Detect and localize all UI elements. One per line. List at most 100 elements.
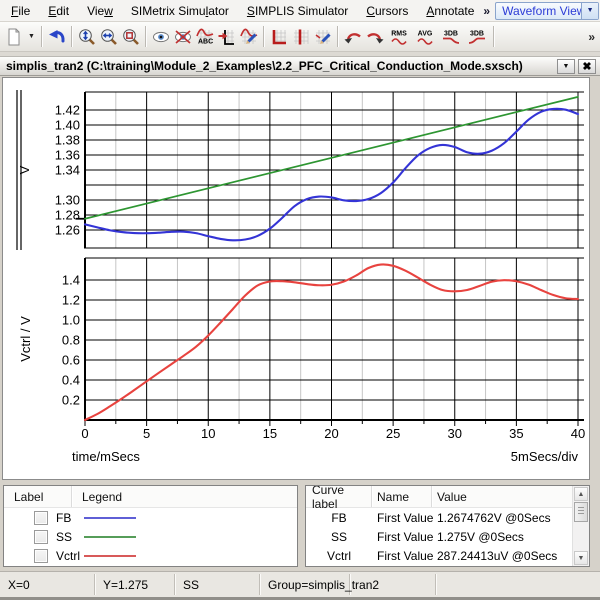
waveform-plot[interactable]: 1.421.401.381.361.341.301.281.26V1.41.21… — [3, 78, 589, 479]
svg-text:1.26: 1.26 — [55, 223, 80, 238]
zoom-y-axis-button[interactable] — [76, 24, 98, 50]
svg-text:1.2: 1.2 — [62, 293, 80, 308]
move-curve-to-axis-button[interactable] — [216, 24, 238, 50]
menu-annotate[interactable]: Annotate — [417, 2, 483, 20]
menu-file[interactable]: File — [2, 2, 39, 20]
3db-lowpass-button[interactable]: 3DB — [438, 24, 464, 50]
measure-value: 1.2674762V @0Secs — [432, 511, 589, 525]
svg-text:1.0: 1.0 — [62, 313, 80, 328]
waveform-viewer-window: File Edit View SIMetrix Simulator SIMPLI… — [0, 0, 600, 600]
legend-line-sample — [83, 513, 137, 523]
redo-zoom-button[interactable] — [364, 24, 386, 50]
curve-label: FB — [306, 511, 372, 525]
curve-label: Vctrl — [56, 549, 83, 563]
values-panel-header: Curve label Name Value — [306, 486, 589, 508]
graph-menu-button[interactable]: ▼ — [557, 59, 575, 74]
curve-visible-checkbox-ss[interactable] — [34, 530, 48, 544]
new-graph-dropdown-button[interactable]: ▼ — [25, 24, 38, 50]
menu-view[interactable]: View — [78, 2, 122, 20]
svg-text:0.8: 0.8 — [62, 333, 80, 348]
svg-text:AVG: AVG — [418, 30, 433, 37]
curve-visible-checkbox-vctrl[interactable] — [34, 549, 48, 563]
scroll-down-icon[interactable]: ▼ — [574, 551, 588, 565]
viewer-mode-select[interactable]: Waveform Viewer ▼ — [495, 2, 599, 20]
status-curve-name: SS — [175, 574, 260, 595]
status-empty — [436, 574, 600, 595]
value-row-ss[interactable]: SS First Value 1.275V @0Secs — [306, 527, 589, 546]
value-row-fb[interactable]: FB First Value 1.2674762V @0Secs — [306, 508, 589, 527]
svg-text:1.40: 1.40 — [55, 118, 80, 133]
undo-zoom-button[interactable] — [342, 24, 364, 50]
hide-curve-button[interactable] — [172, 24, 194, 50]
chevron-down-icon[interactable]: ▼ — [581, 3, 598, 19]
svg-text:0.6: 0.6 — [62, 353, 80, 368]
svg-text:1.28: 1.28 — [55, 208, 80, 223]
edit-curve-button[interactable] — [238, 24, 260, 50]
axis-grid-icon — [269, 27, 289, 47]
svg-text:Vctrl / V: Vctrl / V — [18, 316, 33, 362]
status-x-readout: X=0 — [0, 574, 95, 595]
show-curve-button[interactable] — [150, 24, 172, 50]
menu-overflow-chevron-icon[interactable]: » — [483, 4, 490, 18]
graph-titlebar: simplis_tran2 (C:\training\Module_2_Exam… — [0, 56, 600, 76]
svg-text:20: 20 — [324, 426, 338, 441]
menu-simetrix-simulator[interactable]: SIMetrix Simulator — [122, 2, 238, 20]
curve-visible-checkbox-fb[interactable] — [34, 511, 48, 525]
menu-simplis-simulator[interactable]: SIMPLIS Simulator — [238, 2, 357, 20]
waveform-graph-panel: 1.421.401.381.361.341.301.281.26V1.41.21… — [2, 77, 590, 480]
menu-cursors[interactable]: Cursors — [357, 2, 417, 20]
zoom-box-icon — [121, 27, 141, 47]
value-row-vctrl[interactable]: Vctrl First Value 287.24413uV @0Secs — [306, 546, 589, 565]
rms-button[interactable]: RMS — [386, 24, 412, 50]
svg-text:5mSecs/div: 5mSecs/div — [511, 449, 579, 464]
status-group: Group=simplis_tran2 — [260, 574, 350, 595]
status-empty — [350, 574, 436, 595]
viewer-mode-value: Waveform Viewer — [496, 4, 581, 18]
values-header-value: Value — [432, 486, 589, 507]
toolbar-separator — [493, 26, 495, 47]
zoom-vertical-icon — [77, 27, 97, 47]
scrollbar-thumb[interactable] — [574, 502, 588, 522]
statusbar: X=0 Y=1.275 SS Group=simplis_tran2 — [0, 571, 600, 600]
svg-text:1.36: 1.36 — [55, 148, 80, 163]
label-curve-button[interactable]: ABC — [194, 24, 216, 50]
svg-text:0.2: 0.2 — [62, 393, 80, 408]
svg-text:1.38: 1.38 — [55, 133, 80, 148]
svg-text:time/mSecs: time/mSecs — [72, 449, 140, 464]
graph-title: simplis_tran2 (C:\training\Module_2_Exam… — [6, 59, 554, 73]
curve-label: Vctrl — [306, 549, 372, 563]
curve-label: SS — [56, 530, 83, 544]
panels-row: Label Legend FB SS Vctrl Curve label — [0, 483, 600, 571]
values-scrollbar[interactable]: ▲ ▼ — [572, 486, 589, 566]
menu-edit[interactable]: Edit — [39, 2, 78, 20]
svg-text:3DB: 3DB — [444, 30, 458, 37]
svg-text:5: 5 — [143, 426, 150, 441]
new-graph-button[interactable] — [3, 24, 25, 50]
svg-text:15: 15 — [263, 426, 277, 441]
add-grid-button[interactable] — [290, 24, 312, 50]
toolbar-overflow-chevron-icon[interactable]: » — [588, 30, 595, 44]
legend-panel-header: Label Legend — [4, 486, 297, 508]
undo-button[interactable] — [46, 24, 68, 50]
scroll-up-icon[interactable]: ▲ — [574, 487, 588, 501]
legend-row-ss: SS — [4, 527, 297, 546]
values-header-curve-label: Curve label — [306, 486, 372, 507]
svg-text:25: 25 — [386, 426, 400, 441]
svg-text:V: V — [17, 165, 32, 174]
add-axis-button[interactable] — [268, 24, 290, 50]
measure-name: First Value — [372, 530, 432, 544]
chevron-down-icon: ▼ — [563, 63, 570, 70]
zoom-x-axis-button[interactable] — [98, 24, 120, 50]
eye-icon — [151, 27, 171, 47]
legend-line-sample — [83, 532, 137, 542]
edit-grid-button[interactable] — [312, 24, 334, 50]
red-curve-arrow-left-icon — [343, 27, 363, 47]
graph-close-button[interactable]: ✖ — [578, 59, 596, 74]
zoom-area-button[interactable] — [120, 24, 142, 50]
avg-button[interactable]: AVG — [412, 24, 438, 50]
svg-text:0.4: 0.4 — [62, 373, 80, 388]
curve-label-icon: ABC — [195, 27, 215, 47]
legend-line-sample — [83, 551, 137, 561]
values-header-name: Name — [372, 486, 432, 507]
3db-highpass-button[interactable]: 3DB — [464, 24, 490, 50]
